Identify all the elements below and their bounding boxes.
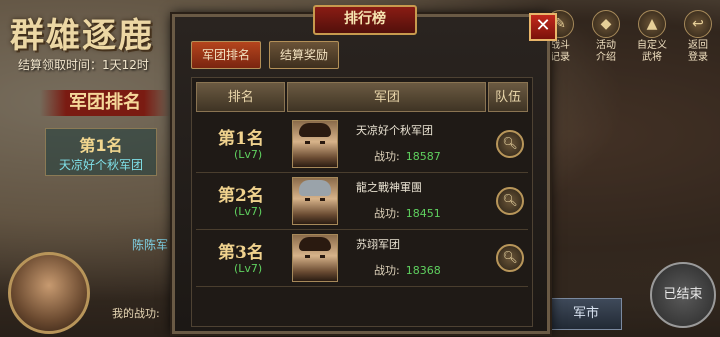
activity-intro-button[interactable]: ◆ 活动 介绍	[586, 10, 626, 64]
header-rank: 排名	[196, 82, 286, 112]
general-avatar	[292, 234, 338, 282]
market-button[interactable]: 军市	[550, 298, 622, 330]
magnifier-icon: 🔍︎	[502, 193, 518, 207]
leaderboard-panel: 排行榜 ✕ 军团排名 结算奖励 排名 军团 队伍 第1名 (Lv7) 天凉好个秋…	[172, 5, 557, 334]
close-button[interactable]: ✕	[529, 13, 557, 41]
player-avatar[interactable]	[8, 252, 90, 334]
table-row: 第1名 (Lv7) 天凉好个秋军团 战功: 18587 🔍︎	[196, 116, 528, 173]
menu-label: 返回	[688, 40, 708, 51]
merit-value: 18587	[405, 150, 441, 163]
row-merit: 战功: 18451	[374, 205, 441, 221]
general-avatar	[292, 177, 338, 225]
table-header: 排名 军团 队伍	[196, 82, 528, 112]
view-team-button[interactable]: 🔍︎	[496, 130, 524, 158]
legion-rank-title: 军团排名	[40, 90, 170, 116]
panel-title: 排行榜	[313, 5, 417, 35]
menu-label: 自定义	[637, 40, 667, 51]
merit-label: 战功:	[374, 264, 400, 277]
first-place-rank: 第1名	[79, 136, 123, 155]
my-merit-label: 我的战功:	[112, 307, 160, 320]
return-login-button[interactable]: ↩ 返回 登录	[678, 10, 718, 64]
custom-general-button[interactable]: ▲ 自定义 武将	[632, 10, 672, 64]
row-legion-name: 天凉好个秋军团	[356, 124, 433, 137]
right-menu: ✎ 战斗 记录 ◆ 活动 介绍 ▲ 自定义 武将 ↩ 返回 登录	[540, 10, 718, 64]
row-legion-name: 龍之戰神軍團	[356, 181, 422, 194]
menu-label: 武将	[642, 52, 662, 63]
menu-label: 介绍	[596, 52, 616, 63]
game-title: 群雄逐鹿	[10, 16, 154, 56]
general-avatar	[292, 120, 338, 168]
merit-label: 战功:	[374, 207, 400, 220]
table-row: 第2名 (Lv7) 龍之戰神軍團 战功: 18451 🔍︎	[196, 173, 528, 230]
panel-tabs: 军团排名 结算奖励	[191, 41, 340, 69]
row-level: (Lv7)	[234, 262, 263, 275]
row-rank: 第2名	[218, 186, 264, 206]
reward-time-text: 结算领取时间：1天12时	[18, 58, 149, 72]
row-legion-name: 苏翊军团	[356, 238, 400, 251]
merit-value: 18451	[405, 207, 441, 220]
merit-value: 18368	[405, 264, 441, 277]
row-level: (Lv7)	[234, 205, 263, 218]
header-legion: 军团	[287, 82, 487, 112]
menu-label: 登录	[688, 52, 708, 63]
row-merit: 战功: 18368	[374, 262, 441, 278]
ranking-table: 排名 军团 队伍 第1名 (Lv7) 天凉好个秋军团 战功: 18587 🔍︎ 第…	[191, 77, 533, 327]
info-icon: ◆	[592, 10, 620, 38]
tab-legion-ranking[interactable]: 军团排名	[191, 41, 262, 69]
header-team: 队伍	[488, 82, 528, 112]
row-merit: 战功: 18587	[374, 148, 441, 164]
return-icon: ↩	[684, 10, 712, 38]
player-name: 陈陈军	[132, 238, 169, 252]
view-team-button[interactable]: 🔍︎	[496, 244, 524, 272]
first-place-name: 天凉好个秋军团	[58, 158, 143, 172]
tab-settlement-reward[interactable]: 结算奖励	[269, 41, 340, 69]
magnifier-icon: 🔍︎	[502, 250, 518, 264]
row-rank: 第3名	[218, 243, 264, 263]
row-level: (Lv7)	[234, 148, 263, 161]
magnifier-icon: 🔍︎	[502, 136, 518, 150]
merit-label: 战功:	[374, 150, 400, 163]
menu-label: 活动	[596, 40, 616, 51]
view-team-button[interactable]: 🔍︎	[496, 187, 524, 215]
helmet-icon: ▲	[638, 10, 666, 38]
row-rank: 第1名	[218, 129, 264, 149]
first-place-card: 第1名 天凉好个秋军团	[45, 128, 157, 176]
table-row: 第3名 (Lv7) 苏翊军团 战功: 18368 🔍︎	[196, 230, 528, 287]
ended-button[interactable]: 已结束	[650, 262, 716, 328]
